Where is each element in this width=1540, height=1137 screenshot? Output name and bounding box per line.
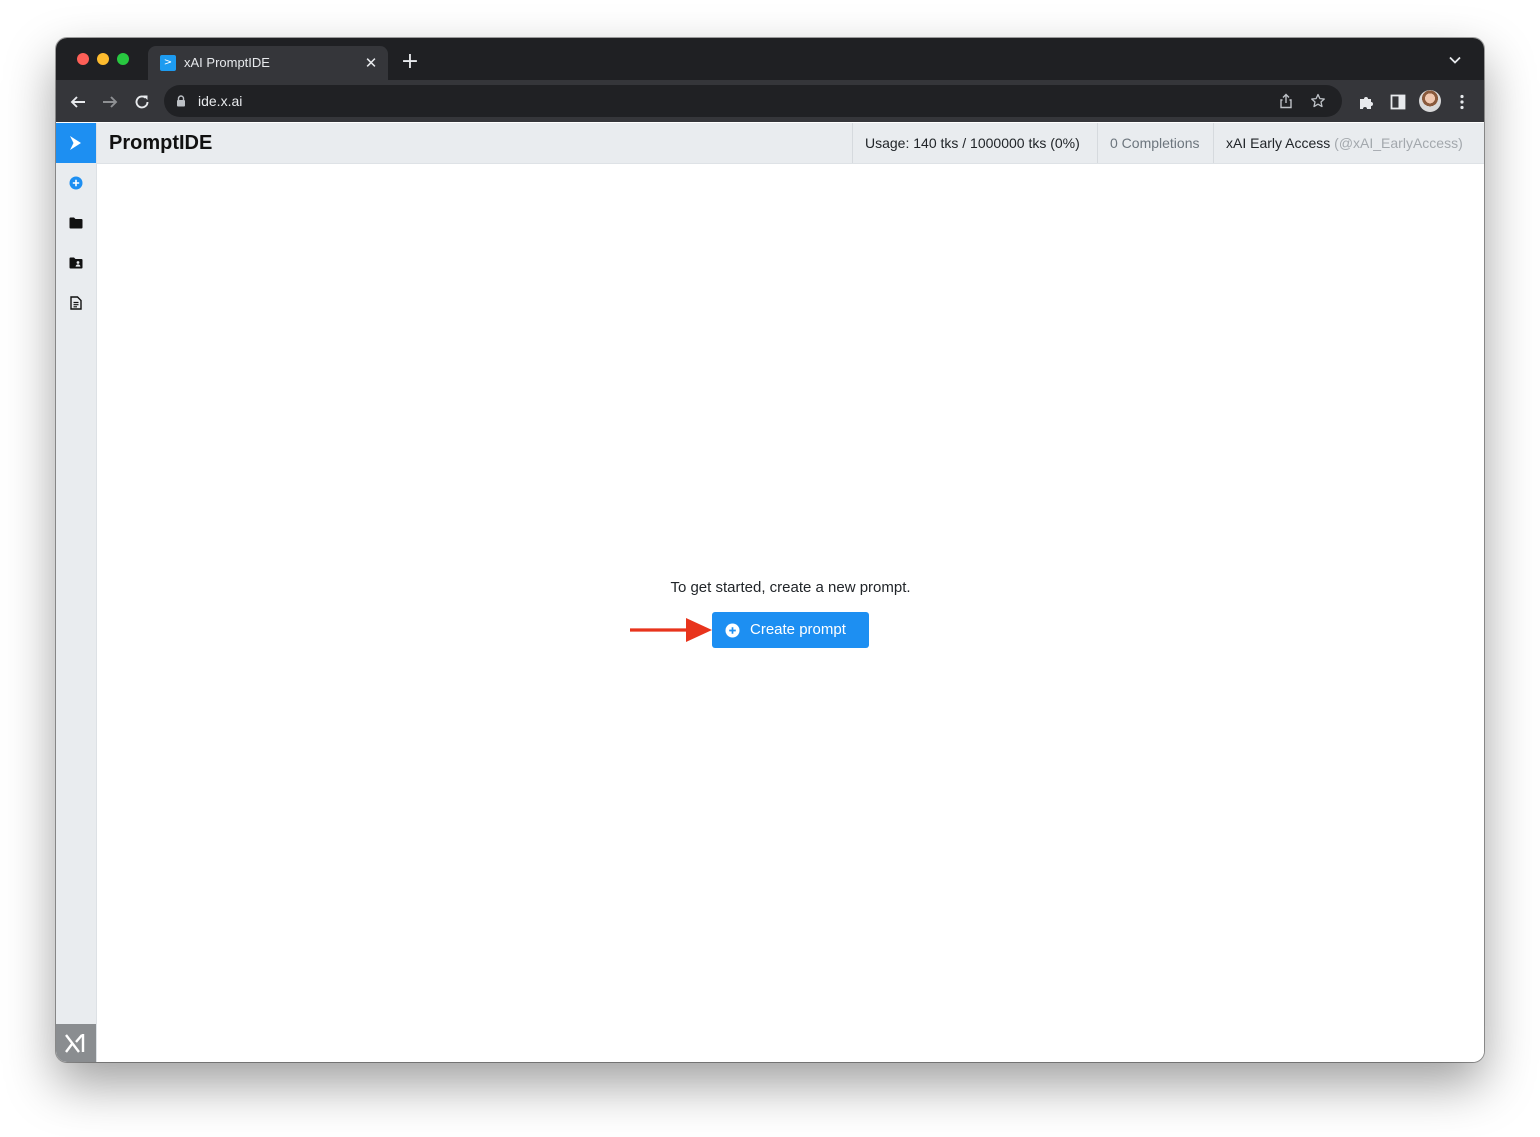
- shared-folder-icon: [69, 257, 83, 269]
- back-button[interactable]: [65, 89, 91, 115]
- maximize-window-button[interactable]: [117, 53, 129, 65]
- annotation-arrow-icon: [630, 618, 712, 642]
- sidebar: [56, 123, 97, 1062]
- sidebar-item-shared[interactable]: [66, 253, 86, 273]
- forward-button[interactable]: [97, 89, 123, 115]
- create-prompt-label: Create prompt: [750, 621, 846, 638]
- close-tab-icon[interactable]: ✕: [362, 54, 380, 72]
- app-header: PromptIDE Usage: 140 tks / 1000000 tks (…: [97, 123, 1484, 164]
- address-bar[interactable]: ide.x.ai: [164, 85, 1342, 117]
- back-arrow-icon: [70, 96, 85, 108]
- user-name: xAI Early Access: [1226, 135, 1331, 151]
- browser-window: > xAI PromptIDE ✕ + ide.x.ai PromptIDE U…: [56, 38, 1484, 1062]
- url-text[interactable]: ide.x.ai: [198, 93, 242, 109]
- page-title: PromptIDE: [109, 132, 213, 154]
- browser-menu-button[interactable]: [1449, 89, 1475, 115]
- document-icon: [70, 296, 82, 310]
- profile-avatar[interactable]: [1419, 90, 1441, 112]
- close-window-button[interactable]: [77, 53, 89, 65]
- tab-search-chevron-icon[interactable]: [1448, 53, 1462, 67]
- new-tab-button[interactable]: +: [399, 51, 421, 73]
- chevron-right-logo-icon: [70, 136, 81, 150]
- create-prompt-button[interactable]: Create prompt: [712, 612, 869, 648]
- empty-state-message: To get started, create a new prompt.: [670, 579, 911, 596]
- completions-counter[interactable]: 0 Completions: [1097, 123, 1213, 163]
- promptide-app: PromptIDE Usage: 140 tks / 1000000 tks (…: [56, 123, 1484, 1062]
- side-panel-button[interactable]: [1385, 89, 1411, 115]
- add-circle-icon: [69, 176, 83, 190]
- xai-logo-icon: [65, 1034, 85, 1053]
- folder-icon: [69, 217, 83, 229]
- forward-arrow-icon: [103, 96, 118, 108]
- puzzle-piece-icon: [1359, 96, 1373, 109]
- extensions-button[interactable]: [1353, 89, 1379, 115]
- promptide-logo[interactable]: [56, 123, 96, 163]
- user-handle: (@xAI_EarlyAccess): [1334, 135, 1463, 151]
- reload-button[interactable]: [129, 89, 155, 115]
- browser-toolbar: ide.x.ai: [56, 80, 1484, 122]
- share-icon[interactable]: [1278, 93, 1294, 109]
- bookmark-star-icon[interactable]: [1310, 93, 1326, 109]
- lock-icon[interactable]: [176, 95, 186, 107]
- xai-logo[interactable]: [56, 1024, 96, 1062]
- browser-tab-active[interactable]: > xAI PromptIDE ✕: [148, 46, 388, 80]
- minimize-window-button[interactable]: [97, 53, 109, 65]
- sidebar-item-new-prompt[interactable]: [66, 173, 86, 193]
- reload-icon: [135, 95, 149, 109]
- side-panel-icon: [1390, 94, 1406, 110]
- main-content: To get started, create a new prompt. Cre…: [97, 164, 1484, 1062]
- tab-strip: > xAI PromptIDE ✕ +: [56, 38, 1484, 80]
- user-account[interactable]: xAI Early Access (@xAI_EarlyAccess): [1213, 123, 1484, 163]
- sidebar-item-documents[interactable]: [66, 293, 86, 313]
- usage-indicator: Usage: 140 tks / 1000000 tks (0%): [852, 123, 1097, 163]
- favicon-icon: >: [160, 55, 176, 71]
- sidebar-item-files[interactable]: [66, 213, 86, 233]
- add-circle-icon: [725, 623, 740, 637]
- tab-title: xAI PromptIDE: [184, 55, 270, 70]
- kebab-menu-icon: [1460, 94, 1464, 110]
